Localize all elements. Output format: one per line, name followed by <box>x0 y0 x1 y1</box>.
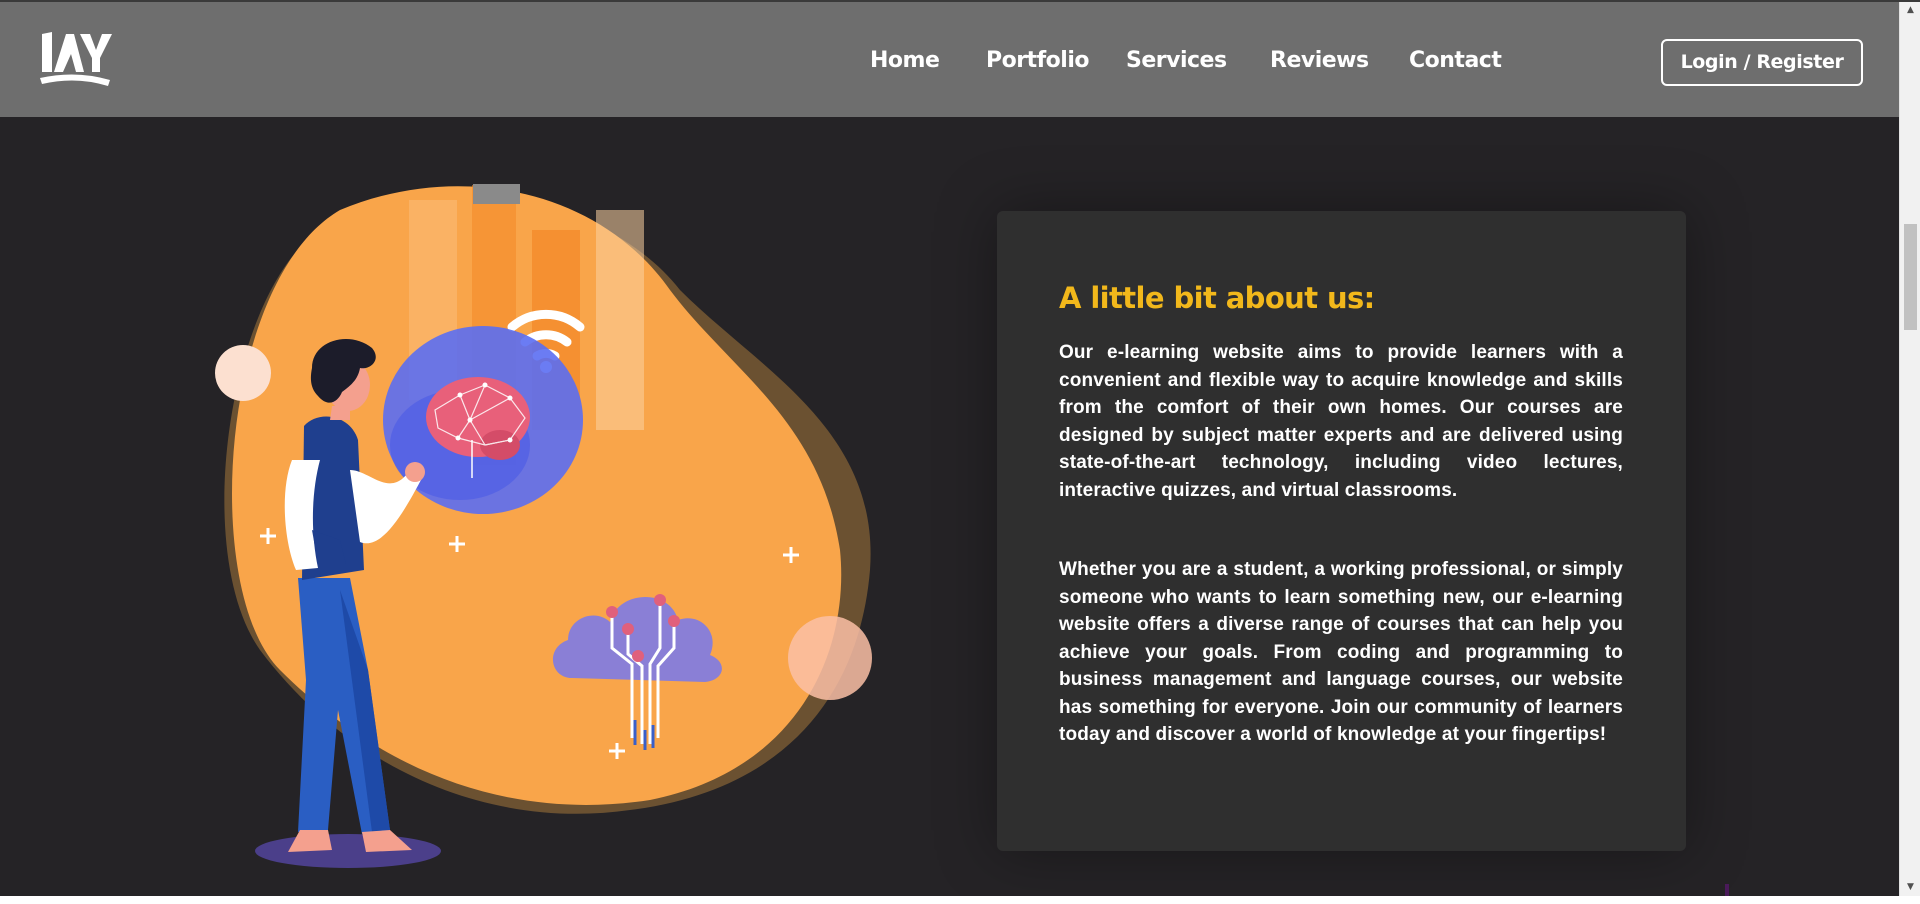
about-paragraph-2: Whether you are a student, a working pro… <box>1059 559 1623 745</box>
nav-reviews[interactable]: Reviews <box>1270 48 1369 73</box>
window-bottom-border <box>0 896 1920 904</box>
page-marker <box>1725 884 1729 896</box>
scroll-down-arrow-icon[interactable]: ▼ <box>1900 879 1920 896</box>
nav-services[interactable]: Services <box>1126 48 1227 73</box>
vertical-scrollbar[interactable]: ▲ ▼ <box>1899 2 1920 896</box>
about-card: A little bit about us: Our e-learning we… <box>997 211 1686 851</box>
scroll-thumb[interactable] <box>1904 224 1917 330</box>
nav-contact[interactable]: Contact <box>1409 48 1502 73</box>
top-navbar: Home Portfolio Services Reviews Contact … <box>0 2 1899 117</box>
page-background: Home Portfolio Services Reviews Contact … <box>0 0 1899 896</box>
elearning-illustration <box>215 184 872 868</box>
nav-home[interactable]: Home <box>870 48 940 73</box>
scroll-up-arrow-icon[interactable]: ▲ <box>1900 2 1920 19</box>
window-top-border <box>0 0 1920 2</box>
about-paragraph-1: Our e-learning website aims to provide l… <box>1059 342 1623 501</box>
brand-logo-icon[interactable] <box>38 28 112 86</box>
login-register-button[interactable]: Login / Register <box>1661 39 1863 86</box>
nav-portfolio[interactable]: Portfolio <box>986 48 1090 73</box>
about-title: A little bit about us: <box>1059 281 1375 315</box>
